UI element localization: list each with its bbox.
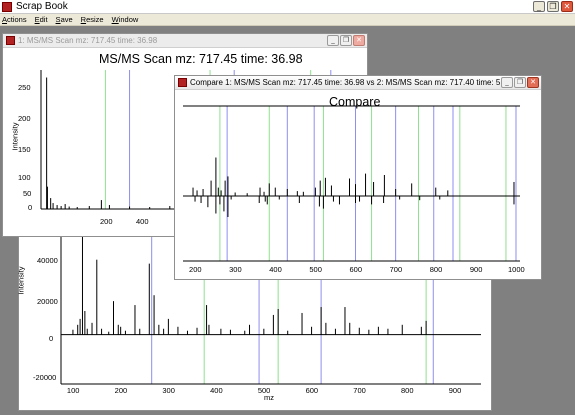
menu-bar: Actions Edit Save Resize Window	[0, 14, 575, 26]
compare-xtick-label: 300	[229, 265, 242, 274]
menu-save[interactable]: Save	[56, 15, 73, 24]
bottom-xtick-label: 900	[448, 386, 462, 395]
bottom-plot-xlabel: mz	[264, 393, 274, 402]
app-icon	[2, 1, 12, 12]
menu-edit[interactable]: Edit	[35, 15, 48, 24]
bottom-xtick-label: 700	[353, 386, 366, 395]
minimize-button[interactable]: _	[533, 1, 545, 12]
compare-xtick-label: 800	[429, 265, 443, 274]
bottom-xtick-label: 400	[210, 386, 223, 395]
scan-xtick-label: 400	[136, 217, 149, 226]
bottom-xtick-label: 800	[401, 386, 414, 395]
bottom-xtick-label: 200	[114, 386, 128, 395]
bottom-xtick-label: 300	[162, 386, 175, 395]
compare-xtick-label: 900	[469, 265, 483, 274]
bottom-xtick-label: 600	[305, 386, 319, 395]
menu-resize[interactable]: Resize	[81, 15, 104, 24]
compare-xtick-label: 700	[389, 265, 403, 274]
compare-xtick-label: 1000	[507, 265, 525, 274]
app-titlebar: Scrap Book _ ❐ ✕	[0, 0, 575, 14]
menu-actions[interactable]: Actions	[2, 15, 27, 24]
compare-xtick-label: 500	[309, 265, 322, 274]
compare-window[interactable]: Compare 1: MS/MS Scan mz: 717.45 time: 3…	[174, 75, 542, 280]
app-title: Scrap Book	[16, 1, 68, 12]
compare-xtick-label: 200	[189, 265, 202, 274]
scan-xtick-label: 200	[100, 217, 113, 226]
compare-xtick-label: 400	[269, 265, 282, 274]
app-caption-buttons: _ ❐ ✕	[533, 1, 573, 12]
restore-button[interactable]: ❐	[547, 1, 559, 12]
compare-xtick-label: 600	[349, 265, 363, 274]
bottom-xtick-label: 100	[66, 386, 80, 395]
compare-spectrum-plot	[183, 105, 520, 262]
close-button[interactable]: ✕	[561, 1, 573, 12]
menu-window[interactable]: Window	[112, 15, 139, 24]
